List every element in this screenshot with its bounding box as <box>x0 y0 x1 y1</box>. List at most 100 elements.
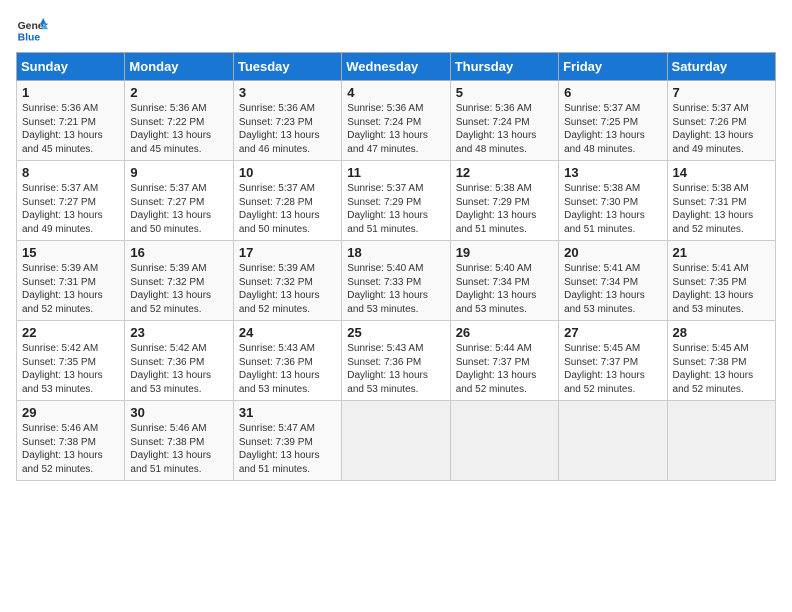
day-info: Sunrise: 5:43 AM Sunset: 7:36 PM Dayligh… <box>347 342 444 396</box>
day-number: 26 <box>456 325 553 340</box>
day-cell: 12 Sunrise: 5:38 AM Sunset: 7:29 PM Dayl… <box>450 161 558 241</box>
day-number: 6 <box>564 85 661 100</box>
day-info: Sunrise: 5:43 AM Sunset: 7:36 PM Dayligh… <box>239 342 336 396</box>
day-number: 21 <box>673 245 770 260</box>
day-info: Sunrise: 5:37 AM Sunset: 7:28 PM Dayligh… <box>239 182 336 236</box>
day-info: Sunrise: 5:41 AM Sunset: 7:35 PM Dayligh… <box>673 262 770 316</box>
day-info: Sunrise: 5:36 AM Sunset: 7:21 PM Dayligh… <box>22 102 119 156</box>
day-info: Sunrise: 5:46 AM Sunset: 7:38 PM Dayligh… <box>22 422 119 476</box>
calendar-header: SundayMondayTuesdayWednesdayThursdayFrid… <box>17 53 776 81</box>
weekday-header-sunday: Sunday <box>17 53 125 81</box>
day-cell: 16 Sunrise: 5:39 AM Sunset: 7:32 PM Dayl… <box>125 241 233 321</box>
day-number: 8 <box>22 165 119 180</box>
day-info: Sunrise: 5:39 AM Sunset: 7:32 PM Dayligh… <box>130 262 227 316</box>
day-info: Sunrise: 5:40 AM Sunset: 7:33 PM Dayligh… <box>347 262 444 316</box>
day-cell: 2 Sunrise: 5:36 AM Sunset: 7:22 PM Dayli… <box>125 81 233 161</box>
day-number: 15 <box>22 245 119 260</box>
week-row-1: 1 Sunrise: 5:36 AM Sunset: 7:21 PM Dayli… <box>17 81 776 161</box>
day-cell: 31 Sunrise: 5:47 AM Sunset: 7:39 PM Dayl… <box>233 401 341 481</box>
header: General Blue <box>16 16 776 44</box>
day-number: 2 <box>130 85 227 100</box>
week-row-4: 22 Sunrise: 5:42 AM Sunset: 7:35 PM Dayl… <box>17 321 776 401</box>
day-cell: 5 Sunrise: 5:36 AM Sunset: 7:24 PM Dayli… <box>450 81 558 161</box>
day-cell: 14 Sunrise: 5:38 AM Sunset: 7:31 PM Dayl… <box>667 161 775 241</box>
day-cell: 19 Sunrise: 5:40 AM Sunset: 7:34 PM Dayl… <box>450 241 558 321</box>
day-info: Sunrise: 5:37 AM Sunset: 7:27 PM Dayligh… <box>22 182 119 236</box>
day-number: 31 <box>239 405 336 420</box>
day-info: Sunrise: 5:47 AM Sunset: 7:39 PM Dayligh… <box>239 422 336 476</box>
week-row-2: 8 Sunrise: 5:37 AM Sunset: 7:27 PM Dayli… <box>17 161 776 241</box>
day-cell: 3 Sunrise: 5:36 AM Sunset: 7:23 PM Dayli… <box>233 81 341 161</box>
day-info: Sunrise: 5:37 AM Sunset: 7:29 PM Dayligh… <box>347 182 444 236</box>
day-info: Sunrise: 5:38 AM Sunset: 7:31 PM Dayligh… <box>673 182 770 236</box>
day-number: 19 <box>456 245 553 260</box>
day-cell: 8 Sunrise: 5:37 AM Sunset: 7:27 PM Dayli… <box>17 161 125 241</box>
weekday-header-thursday: Thursday <box>450 53 558 81</box>
day-cell: 9 Sunrise: 5:37 AM Sunset: 7:27 PM Dayli… <box>125 161 233 241</box>
day-cell: 21 Sunrise: 5:41 AM Sunset: 7:35 PM Dayl… <box>667 241 775 321</box>
day-info: Sunrise: 5:36 AM Sunset: 7:22 PM Dayligh… <box>130 102 227 156</box>
day-number: 17 <box>239 245 336 260</box>
day-number: 22 <box>22 325 119 340</box>
day-number: 29 <box>22 405 119 420</box>
day-info: Sunrise: 5:37 AM Sunset: 7:25 PM Dayligh… <box>564 102 661 156</box>
day-info: Sunrise: 5:36 AM Sunset: 7:24 PM Dayligh… <box>347 102 444 156</box>
day-number: 9 <box>130 165 227 180</box>
day-cell: 22 Sunrise: 5:42 AM Sunset: 7:35 PM Dayl… <box>17 321 125 401</box>
day-info: Sunrise: 5:39 AM Sunset: 7:32 PM Dayligh… <box>239 262 336 316</box>
week-row-5: 29 Sunrise: 5:46 AM Sunset: 7:38 PM Dayl… <box>17 401 776 481</box>
day-cell <box>667 401 775 481</box>
day-cell: 13 Sunrise: 5:38 AM Sunset: 7:30 PM Dayl… <box>559 161 667 241</box>
day-info: Sunrise: 5:38 AM Sunset: 7:30 PM Dayligh… <box>564 182 661 236</box>
day-number: 10 <box>239 165 336 180</box>
day-number: 18 <box>347 245 444 260</box>
svg-text:Blue: Blue <box>18 32 41 43</box>
day-cell: 20 Sunrise: 5:41 AM Sunset: 7:34 PM Dayl… <box>559 241 667 321</box>
day-info: Sunrise: 5:36 AM Sunset: 7:24 PM Dayligh… <box>456 102 553 156</box>
day-number: 5 <box>456 85 553 100</box>
logo-icon: General Blue <box>16 16 48 44</box>
day-cell: 25 Sunrise: 5:43 AM Sunset: 7:36 PM Dayl… <box>342 321 450 401</box>
day-cell: 24 Sunrise: 5:43 AM Sunset: 7:36 PM Dayl… <box>233 321 341 401</box>
day-info: Sunrise: 5:39 AM Sunset: 7:31 PM Dayligh… <box>22 262 119 316</box>
day-info: Sunrise: 5:44 AM Sunset: 7:37 PM Dayligh… <box>456 342 553 396</box>
day-cell: 28 Sunrise: 5:45 AM Sunset: 7:38 PM Dayl… <box>667 321 775 401</box>
day-number: 25 <box>347 325 444 340</box>
day-cell <box>559 401 667 481</box>
day-cell <box>450 401 558 481</box>
day-info: Sunrise: 5:37 AM Sunset: 7:26 PM Dayligh… <box>673 102 770 156</box>
day-number: 30 <box>130 405 227 420</box>
day-number: 4 <box>347 85 444 100</box>
calendar-body: 1 Sunrise: 5:36 AM Sunset: 7:21 PM Dayli… <box>17 81 776 481</box>
day-cell: 26 Sunrise: 5:44 AM Sunset: 7:37 PM Dayl… <box>450 321 558 401</box>
day-cell: 7 Sunrise: 5:37 AM Sunset: 7:26 PM Dayli… <box>667 81 775 161</box>
weekday-header-saturday: Saturday <box>667 53 775 81</box>
day-number: 20 <box>564 245 661 260</box>
day-cell: 17 Sunrise: 5:39 AM Sunset: 7:32 PM Dayl… <box>233 241 341 321</box>
day-cell: 15 Sunrise: 5:39 AM Sunset: 7:31 PM Dayl… <box>17 241 125 321</box>
weekday-row: SundayMondayTuesdayWednesdayThursdayFrid… <box>17 53 776 81</box>
day-info: Sunrise: 5:45 AM Sunset: 7:38 PM Dayligh… <box>673 342 770 396</box>
day-number: 3 <box>239 85 336 100</box>
day-cell <box>342 401 450 481</box>
day-number: 7 <box>673 85 770 100</box>
week-row-3: 15 Sunrise: 5:39 AM Sunset: 7:31 PM Dayl… <box>17 241 776 321</box>
logo: General Blue <box>16 16 48 44</box>
day-info: Sunrise: 5:46 AM Sunset: 7:38 PM Dayligh… <box>130 422 227 476</box>
day-number: 27 <box>564 325 661 340</box>
weekday-header-friday: Friday <box>559 53 667 81</box>
day-info: Sunrise: 5:41 AM Sunset: 7:34 PM Dayligh… <box>564 262 661 316</box>
day-cell: 23 Sunrise: 5:42 AM Sunset: 7:36 PM Dayl… <box>125 321 233 401</box>
day-number: 11 <box>347 165 444 180</box>
day-info: Sunrise: 5:36 AM Sunset: 7:23 PM Dayligh… <box>239 102 336 156</box>
weekday-header-wednesday: Wednesday <box>342 53 450 81</box>
day-number: 1 <box>22 85 119 100</box>
day-cell: 10 Sunrise: 5:37 AM Sunset: 7:28 PM Dayl… <box>233 161 341 241</box>
day-cell: 4 Sunrise: 5:36 AM Sunset: 7:24 PM Dayli… <box>342 81 450 161</box>
day-cell: 6 Sunrise: 5:37 AM Sunset: 7:25 PM Dayli… <box>559 81 667 161</box>
day-info: Sunrise: 5:40 AM Sunset: 7:34 PM Dayligh… <box>456 262 553 316</box>
day-number: 13 <box>564 165 661 180</box>
day-info: Sunrise: 5:42 AM Sunset: 7:35 PM Dayligh… <box>22 342 119 396</box>
day-number: 12 <box>456 165 553 180</box>
calendar-table: SundayMondayTuesdayWednesdayThursdayFrid… <box>16 52 776 481</box>
